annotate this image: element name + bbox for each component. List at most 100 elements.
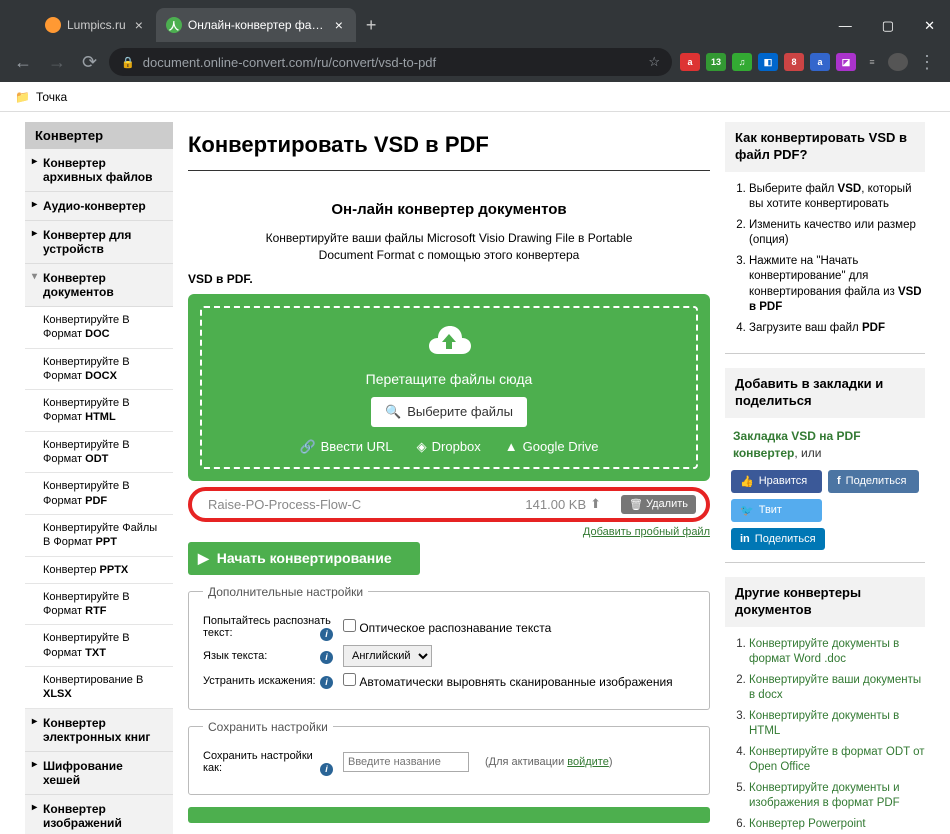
close-icon[interactable]: × — [132, 17, 146, 33]
share-title: Добавить в закладки и поделиться — [725, 368, 925, 418]
forward-button[interactable]: → — [44, 48, 70, 77]
sidebar-cat-hash[interactable]: Шифрование хешей — [25, 752, 173, 795]
sidebar-cat-docs[interactable]: Конвертер документов — [25, 264, 173, 307]
search-icon: 🔍 — [385, 404, 401, 420]
reload-button[interactable]: ⟳ — [78, 48, 101, 77]
list-item[interactable]: Конвертируйте документы в формат Word .d… — [749, 637, 925, 668]
menu-button[interactable]: ⋮ — [914, 48, 940, 77]
url-input-link[interactable]: 🔗Ввести URL — [299, 439, 392, 455]
info-icon[interactable]: i — [320, 651, 333, 664]
info-icon[interactable]: i — [320, 676, 333, 689]
twitter-icon: 🐦 — [740, 504, 754, 517]
url-input[interactable]: 🔒 document.online-convert.com/ru/convert… — [109, 48, 672, 76]
save-settings: Сохранить настройки Сохранить настройки … — [188, 720, 710, 795]
dropzone[interactable]: Перетащите файлы сюда 🔍Выберите файлы 🔗В… — [188, 294, 710, 481]
login-link[interactable]: войдите — [567, 756, 609, 768]
add-trial-link[interactable]: Добавить пробный файл — [188, 522, 710, 542]
dropbox-link[interactable]: ◈Dropbox — [417, 439, 481, 455]
link-icon: 🔗 — [299, 439, 315, 455]
minimize-button[interactable]: — — [824, 10, 867, 42]
login-hint: (Для активации войдите) — [485, 756, 613, 768]
sidebar-sub-ppt[interactable]: Конвертируйте Файлы В Формат PPT — [25, 515, 173, 557]
ext-icon[interactable]: ♫ — [732, 53, 752, 71]
bookmark-item[interactable]: Точка — [36, 90, 67, 104]
ocr-checkbox[interactable] — [343, 619, 356, 632]
additional-settings: Дополнительные настройки Попытайтесь рас… — [188, 585, 710, 710]
page-title: Конвертировать VSD в PDF — [188, 122, 710, 171]
close-button[interactable]: ✕ — [909, 10, 950, 42]
howto-title: Как конвертировать VSD в файл PDF? — [725, 122, 925, 172]
start-convert-button[interactable]: ▶Начать конвертирование — [188, 542, 420, 575]
description: Конвертируйте ваши файлы Microsoft Visio… — [188, 230, 710, 264]
back-button[interactable]: ← — [10, 48, 36, 77]
close-icon[interactable]: × — [332, 17, 346, 33]
ext-icon[interactable]: 13 — [706, 53, 726, 71]
sidebar-cat-image[interactable]: Конвертер изображений — [25, 795, 173, 834]
list-item[interactable]: Конвертируйте ваши документы в docx — [749, 673, 925, 704]
subtitle: Он-лайн конвертер документов — [188, 201, 710, 218]
gdrive-link[interactable]: ▲Google Drive — [505, 439, 599, 455]
like-button[interactable]: 👍Нравится — [731, 470, 822, 493]
list-item[interactable]: Конвертер Powerpoint — [749, 817, 925, 833]
address-bar: ← → ⟳ 🔒 document.online-convert.com/ru/c… — [0, 42, 950, 82]
others-title: Другие конвертеры документов — [725, 577, 925, 627]
file-name: Raise-PO-Process-Flow-C — [202, 497, 525, 512]
main-content: Конвертировать VSD в PDF Он-лайн конверт… — [183, 122, 715, 834]
sidebar-sub-html[interactable]: Конвертируйте В Формат HTML — [25, 390, 173, 432]
sidebar-sub-docx[interactable]: Конвертируйте В Формат DOCX — [25, 349, 173, 391]
ext-icon[interactable]: 8 — [784, 53, 804, 71]
share-vk-button[interactable]: fПоделиться — [828, 470, 919, 493]
new-tab-button[interactable]: + — [356, 15, 387, 42]
gdrive-icon: ▲ — [505, 439, 518, 454]
bookmarks-bar: 📁 Точка — [0, 82, 950, 112]
info-icon[interactable]: i — [320, 763, 333, 776]
sidebar-sub-doc[interactable]: Конвертируйте В Формат DOC — [25, 307, 173, 349]
fieldset-legend: Дополнительные настройки — [203, 585, 368, 599]
sidebar-sub-odt[interactable]: Конвертируйте В Формат ODT — [25, 432, 173, 474]
ext-icon[interactable]: a — [810, 53, 830, 71]
avatar[interactable] — [888, 53, 908, 71]
sidebar-cat-device[interactable]: Конвертер для устройств — [25, 221, 173, 264]
info-icon[interactable]: i — [320, 628, 333, 641]
deskew-checkbox-label[interactable]: Автоматически выровнять сканированные из… — [343, 673, 673, 689]
deskew-checkbox[interactable] — [343, 673, 356, 686]
sidebar-sub-rtf[interactable]: Конвертируйте В Формат RTF — [25, 584, 173, 626]
pick-files-button[interactable]: 🔍Выберите файлы — [371, 397, 527, 427]
ext-icon[interactable]: ◧ — [758, 53, 778, 71]
sidebar-cat-ebook[interactable]: Конвертер электронных книг — [25, 709, 173, 752]
favicon-icon — [45, 17, 61, 33]
sidebar-cat-audio[interactable]: Аудио-конвертер — [25, 192, 173, 221]
list-item[interactable]: Конвертируйте документы и изображения в … — [749, 781, 925, 812]
ext-icon[interactable]: a — [680, 53, 700, 71]
tweet-button[interactable]: 🐦Твит — [731, 499, 822, 522]
sidebar-sub-pptx[interactable]: Конвертер PPTX — [25, 557, 173, 584]
list-item[interactable]: Конвертируйте в формат ODT от Open Offic… — [749, 745, 925, 776]
delete-file-button[interactable]: 🗑Удалить — [621, 495, 696, 514]
uploaded-file-row: Raise-PO-Process-Flow-C 141.00 KB⬆ 🗑Удал… — [202, 495, 696, 514]
right-column: Как конвертировать VSD в файл PDF? Выбер… — [725, 122, 925, 834]
fieldset-legend: Сохранить настройки — [203, 720, 333, 734]
save-name-input[interactable] — [343, 752, 469, 772]
drop-label: Перетащите файлы сюда — [212, 371, 686, 387]
maximize-button[interactable]: ▢ — [867, 10, 909, 42]
browser-tab[interactable]: Lumpics.ru × — [35, 8, 156, 42]
favicon-icon: 人 — [166, 17, 182, 33]
lang-select[interactable]: Английский — [343, 645, 432, 667]
bottom-green-bar — [188, 807, 710, 823]
ext-icon[interactable]: ≡ — [862, 53, 882, 71]
star-icon[interactable]: ☆ — [648, 54, 660, 70]
extensions: a 13 ♫ ◧ 8 a ◪ ≡ ⋮ — [680, 48, 940, 77]
save-label: Сохранить настройки как:i — [203, 750, 333, 774]
sidebar-sub-pdf[interactable]: Конвертируйте В Формат PDF — [25, 473, 173, 515]
sidebar-cat-archive[interactable]: Конвертер архивных файлов — [25, 149, 173, 192]
tab-title: Онлайн-конвертер файлов VSD — [188, 18, 326, 32]
howto-list: Выберите файл VSD, который вы хотите кон… — [725, 182, 925, 337]
list-item[interactable]: Конвертируйте документы в HTML — [749, 709, 925, 740]
share-li-button[interactable]: inПоделиться — [731, 528, 825, 550]
browser-tab-active[interactable]: 人 Онлайн-конвертер файлов VSD × — [156, 8, 356, 42]
bookmark-link[interactable]: Закладка VSD на PDF конвертер, или — [725, 428, 925, 470]
ocr-checkbox-label[interactable]: Оптическое распознавание текста — [343, 619, 551, 635]
sidebar-sub-txt[interactable]: Конвертируйте В Формат TXT — [25, 625, 173, 667]
ext-icon[interactable]: ◪ — [836, 53, 856, 71]
sidebar-sub-xlsx[interactable]: Конвертирование В XLSX — [25, 667, 173, 709]
